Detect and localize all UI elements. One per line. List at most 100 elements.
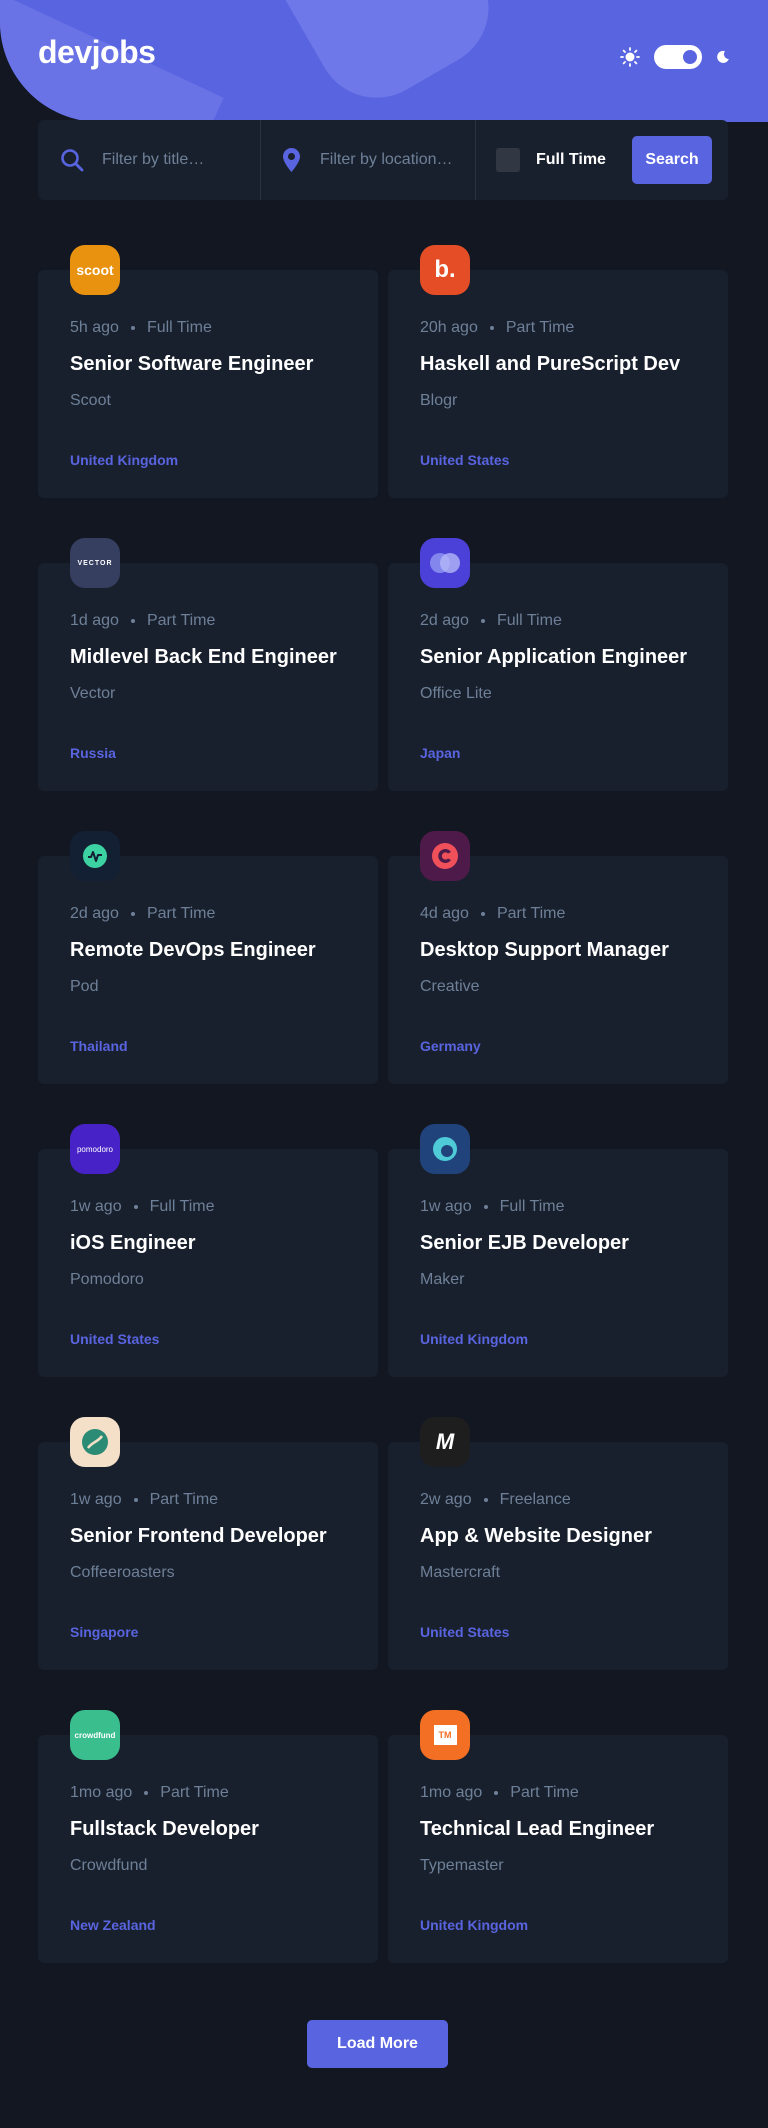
location-search-input[interactable] [318, 150, 472, 170]
company-logo: pomodoro [70, 1124, 120, 1174]
location-pin-icon [283, 148, 300, 172]
company-logo-text: VECTOR [77, 559, 113, 567]
job-location: New Zealand [70, 1917, 156, 1933]
job-title[interactable]: Senior Frontend Developer [70, 1525, 346, 1548]
job-card[interactable]: scoot 5h ago Full Time Senior Software En… [38, 245, 378, 498]
job-location: United States [420, 1624, 510, 1640]
sun-icon [620, 47, 640, 67]
search-button[interactable]: Search [632, 136, 712, 184]
company-name: Mastercraft [420, 1564, 501, 1581]
job-meta: 1mo ago Part Time [70, 1784, 346, 1802]
site-logo[interactable]: devjobs [38, 34, 156, 71]
company-logo-text: b. [434, 256, 456, 283]
separator-dot [483, 1498, 488, 1502]
job-title[interactable]: Senior Software Engineer [70, 353, 346, 376]
title-search-input[interactable] [100, 150, 254, 170]
full-time-label: Full Time [536, 151, 606, 168]
job-title[interactable]: Desktop Support Manager [420, 939, 696, 962]
job-location: United States [420, 452, 510, 468]
contract-type: Part Time [496, 905, 566, 922]
company-logo [420, 1124, 470, 1174]
job-card[interactable]: b. 20h ago Part Time Haskell and PureScri… [388, 245, 728, 498]
pod-logo-icon [83, 844, 107, 868]
job-title[interactable]: Haskell and PureScript Dev [420, 353, 696, 376]
search-bar: Full Time Search [38, 120, 728, 200]
job-location: United Kingdom [70, 452, 179, 468]
separator-dot [133, 1205, 138, 1209]
office-lite-logo-icon [430, 553, 460, 573]
job-card[interactable]: pomodoro 1w ago Full Time iOS Engineer Po… [38, 1124, 378, 1377]
job-title[interactable]: Technical Lead Engineer [420, 1818, 696, 1841]
full-time-checkbox[interactable] [496, 148, 520, 172]
company-logo-text: TM [433, 1725, 457, 1745]
job-card[interactable]: M 2w ago Freelance App & Website Designer… [388, 1417, 728, 1670]
job-title[interactable]: Fullstack Developer [70, 1818, 346, 1841]
job-meta: 1d ago Part Time [70, 612, 346, 630]
company-logo [70, 1417, 120, 1467]
contract-type: Full Time [146, 319, 212, 336]
separator-dot [489, 326, 494, 330]
theme-toggle[interactable] [654, 45, 702, 69]
company-logo-text: scoot [76, 262, 114, 278]
job-list: scoot 5h ago Full Time Senior Software En… [38, 245, 728, 1963]
job-card[interactable]: 4d ago Part Time Desktop Support Manager … [388, 831, 728, 1084]
company-logo [420, 831, 470, 881]
coffee-bean-logo-icon [82, 1429, 108, 1455]
posted-time: 20h ago [420, 319, 478, 336]
separator-dot [480, 619, 485, 623]
separator-dot [130, 619, 135, 623]
job-title[interactable]: App & Website Designer [420, 1525, 696, 1548]
job-title[interactable]: Senior Application Engineer [420, 646, 696, 669]
job-meta: 2d ago Full Time [420, 612, 696, 630]
posted-time: 1w ago [70, 1491, 122, 1508]
company-name: Creative [420, 978, 480, 995]
company-logo: M [420, 1417, 470, 1467]
contract-type: Full Time [496, 612, 562, 629]
company-logo: b. [420, 245, 470, 295]
job-title[interactable]: Remote DevOps Engineer [70, 939, 346, 962]
job-card[interactable]: crowdfund 1mo ago Part Time Fullstack Dev… [38, 1710, 378, 1963]
job-location: Japan [420, 745, 461, 761]
contract-type: Part Time [160, 1784, 229, 1801]
location-filter [261, 120, 476, 200]
job-title[interactable]: Senior EJB Developer [420, 1232, 696, 1255]
job-card[interactable]: 1w ago Full Time Senior EJB Developer Mak… [388, 1124, 728, 1377]
job-location: United States [70, 1331, 160, 1347]
job-meta: 2d ago Part Time [70, 905, 346, 923]
posted-time: 4d ago [420, 905, 469, 922]
creative-logo-icon [432, 843, 458, 869]
company-logo [420, 538, 470, 588]
posted-time: 1mo ago [420, 1784, 483, 1801]
job-card[interactable]: TM 1mo ago Part Time Technical Lead Engin… [388, 1710, 728, 1963]
company-name: Typemaster [420, 1857, 504, 1874]
company-name: Maker [420, 1271, 465, 1288]
contract-type: Part Time [510, 1784, 579, 1801]
job-location: United Kingdom [420, 1917, 529, 1933]
job-meta: 5h ago Full Time [70, 319, 346, 337]
posted-time: 1mo ago [70, 1784, 133, 1801]
banner-decoration [239, 0, 511, 120]
job-card[interactable]: 2d ago Full Time Senior Application Engin… [388, 538, 728, 791]
company-logo-text: M [435, 1429, 455, 1454]
full-time-filter[interactable]: Full Time [496, 148, 606, 172]
company-logo: VECTOR [70, 538, 120, 588]
moon-icon [717, 50, 729, 63]
separator-dot [144, 1791, 149, 1795]
load-more-button[interactable]: Load More [307, 2020, 448, 2068]
company-name: Pod [70, 978, 99, 995]
company-name: Blogr [420, 392, 458, 409]
job-card[interactable]: 2d ago Part Time Remote DevOps Engineer P… [38, 831, 378, 1084]
posted-time: 1d ago [70, 612, 119, 629]
separator-dot [130, 912, 135, 916]
job-title[interactable]: Midlevel Back End Engineer [70, 646, 346, 669]
job-meta: 20h ago Part Time [420, 319, 696, 337]
job-card[interactable]: 1w ago Part Time Senior Frontend Develope… [38, 1417, 378, 1670]
contract-type: Full Time [149, 1198, 215, 1215]
contract-type: Full Time [499, 1198, 565, 1215]
company-name: Pomodoro [70, 1271, 144, 1288]
posted-time: 2w ago [420, 1491, 472, 1508]
job-title[interactable]: iOS Engineer [70, 1232, 346, 1255]
separator-dot [130, 326, 135, 330]
company-logo: TM [420, 1710, 470, 1760]
job-card[interactable]: VECTOR 1d ago Part Time Midlevel Back End… [38, 538, 378, 791]
